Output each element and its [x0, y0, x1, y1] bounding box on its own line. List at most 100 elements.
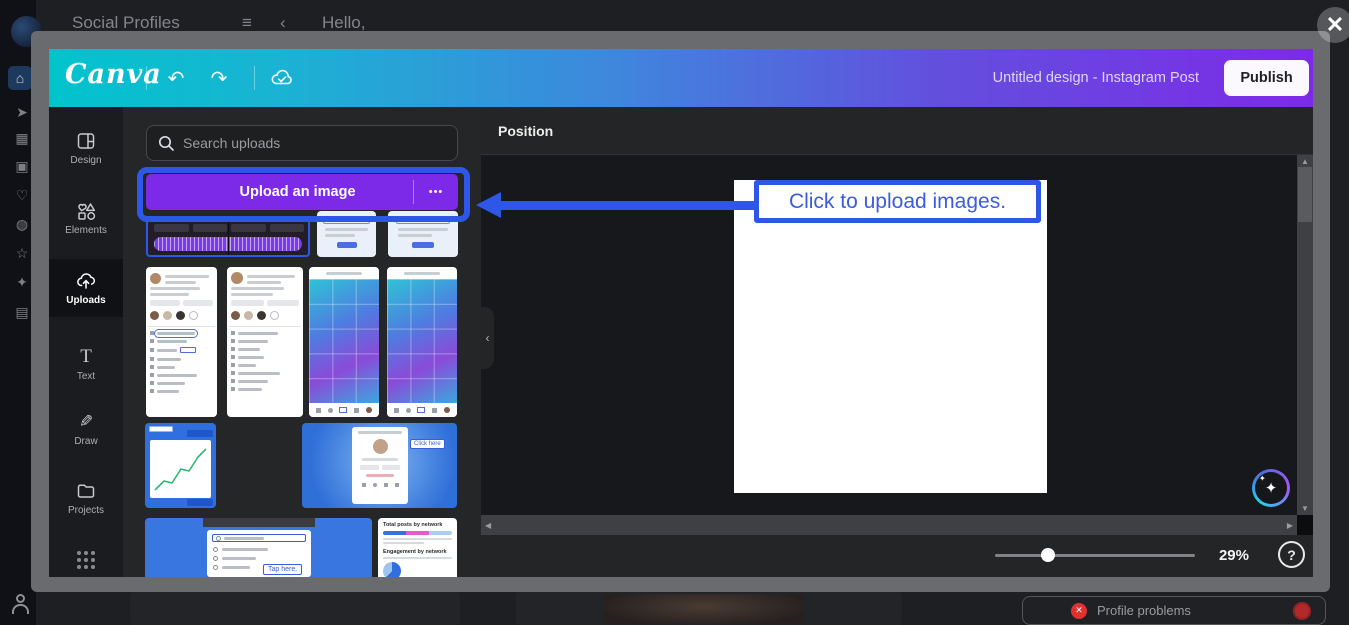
design-page[interactable]: [734, 180, 1047, 493]
upload-more-icon[interactable]: •••: [414, 186, 458, 198]
document-title[interactable]: Untitled design - Instagram Post: [839, 70, 1199, 86]
thumb-tooltip: Click here: [410, 439, 445, 449]
image-icon: ▣: [12, 156, 32, 176]
thumb-report-title: Engagement by network: [383, 549, 452, 555]
thumbnail-audio-editor[interactable]: [146, 218, 310, 257]
chevron-left-icon: ‹: [486, 331, 490, 345]
scroll-right-icon[interactable]: ▶: [1287, 521, 1293, 530]
uploads-icon: [75, 271, 97, 291]
zoom-slider-knob[interactable]: [1041, 548, 1055, 562]
help-button[interactable]: ?: [1278, 541, 1305, 568]
apps-icon[interactable]: [77, 551, 81, 555]
scrollbar-corner: [1297, 515, 1313, 535]
sidebar-item-label: Draw: [74, 436, 97, 447]
sidebar-item-draw[interactable]: ✎ Draw: [49, 400, 123, 458]
close-icon: ✕: [1326, 12, 1344, 38]
chart-icon: ▤: [12, 302, 32, 322]
alert-badge-icon: [1293, 602, 1311, 620]
canva-logo[interactable]: Canva: [65, 59, 162, 90]
sidebar-item-elements[interactable]: Elements: [49, 189, 123, 247]
profile-problems-card: ✕ Profile problems: [1022, 596, 1326, 625]
position-button[interactable]: Position: [498, 107, 553, 155]
background-photo-card: [516, 592, 902, 625]
thumbnail-settings-phone[interactable]: Tap here.: [145, 518, 372, 577]
panel-collapse-button[interactable]: ‹: [481, 307, 494, 369]
home-icon: ⌂: [8, 66, 32, 90]
search-input[interactable]: [183, 135, 447, 151]
ai-assistant-button[interactable]: ✦ ✦: [1252, 469, 1290, 507]
close-modal-button[interactable]: ✕: [1317, 7, 1349, 43]
elements-icon: [76, 201, 96, 221]
sidebar-item-label: Uploads: [66, 295, 105, 306]
horizontal-scrollbar[interactable]: ◀ ▶: [481, 515, 1297, 535]
tutorial-annotation: Click to upload images.: [754, 180, 1041, 223]
zoom-level: 29%: [1199, 547, 1249, 564]
editor-topbar: Canva ↶ ↷ Untitled design - Instagram Po…: [49, 49, 1313, 107]
background-card: [130, 592, 460, 625]
sidebar-item-label: Projects: [68, 505, 104, 516]
alert-label: Profile problems: [1097, 603, 1293, 618]
scroll-left-icon[interactable]: ◀: [485, 521, 491, 530]
background-greeting: Hello,: [322, 13, 365, 33]
menu-icon: ≡: [242, 13, 252, 33]
draw-icon: ✎: [79, 412, 93, 432]
projects-icon: [76, 481, 96, 501]
vertical-scrollbar-thumb[interactable]: [1298, 167, 1312, 222]
uploads-panel: Upload an image •••: [123, 107, 481, 577]
background-page-title: Social Profiles: [72, 13, 180, 33]
thumbnail-analytics-dashboard[interactable]: [145, 423, 216, 508]
search-icon: [157, 134, 175, 152]
calendar-icon: ▦: [12, 128, 32, 148]
thumbnail-instagram-grid[interactable]: [309, 267, 379, 417]
background-photo: [604, 594, 804, 625]
back-icon: ‹: [280, 13, 286, 33]
thumbnail-settings-light[interactable]: [388, 211, 458, 257]
redo-button[interactable]: ↷: [202, 63, 236, 93]
thumbnail-settings-light[interactable]: [317, 211, 376, 257]
account-icon: [16, 594, 25, 603]
redo-icon: ↷: [211, 66, 228, 91]
thumbnail-posts-report[interactable]: Total posts by network Engagement by net…: [378, 518, 457, 577]
vertical-scrollbar[interactable]: ▲ ▼: [1297, 155, 1313, 515]
star-icon: ☆: [12, 243, 32, 263]
error-icon: ✕: [1071, 603, 1087, 619]
sidebar-item-projects[interactable]: Projects: [49, 469, 123, 527]
publish-button[interactable]: Publish: [1224, 60, 1309, 96]
status-bar: 29% ?: [481, 535, 1313, 577]
upload-button-label: Upload an image: [146, 184, 413, 200]
send-icon: ➤: [12, 102, 32, 122]
sidebar-item-label: Text: [77, 371, 95, 382]
undo-icon: ↶: [168, 66, 185, 91]
sidebar-item-uploads[interactable]: Uploads: [49, 259, 123, 317]
upload-image-button[interactable]: Upload an image •••: [146, 174, 458, 210]
audio-icon: ◍: [12, 214, 32, 234]
sidebar-item-label: Design: [70, 155, 101, 166]
thumb-tooltip: Tap here.: [263, 564, 302, 575]
sparkle-icon: ✦: [1259, 474, 1266, 483]
cloud-save-status-icon[interactable]: [265, 63, 299, 93]
sidebar-item-label: Elements: [65, 225, 107, 236]
engage-icon: ♡: [12, 185, 32, 205]
thumbnail-profile-menu[interactable]: [227, 267, 303, 417]
scroll-down-icon[interactable]: ▼: [1301, 504, 1309, 513]
design-icon: [76, 131, 96, 151]
thumb-report-title: Total posts by network: [383, 522, 452, 528]
undo-button[interactable]: ↶: [159, 63, 193, 93]
search-box: [146, 125, 458, 161]
editor-rail: Design Elements Uploads: [49, 107, 123, 577]
tutorial-arrow-head: [476, 192, 501, 218]
sparkle-icon: ✦: [1265, 479, 1278, 497]
pin-icon: ✦: [12, 272, 32, 292]
thumbnail-profile-phone[interactable]: Click here: [302, 423, 457, 508]
zoom-slider-track[interactable]: [995, 554, 1195, 557]
canva-editor: Canva ↶ ↷ Untitled design - Instagram Po…: [49, 49, 1313, 577]
sidebar-item-text[interactable]: T Text: [49, 335, 123, 393]
context-toolbar: Position: [481, 107, 1313, 155]
sidebar-item-design[interactable]: Design: [49, 119, 123, 177]
tutorial-arrow: [499, 201, 755, 210]
scroll-up-icon[interactable]: ▲: [1301, 157, 1309, 166]
help-icon: ?: [1287, 547, 1296, 563]
text-icon: T: [80, 347, 92, 367]
thumbnail-profile-menu[interactable]: [146, 267, 217, 417]
thumbnail-instagram-grid[interactable]: [387, 267, 457, 417]
